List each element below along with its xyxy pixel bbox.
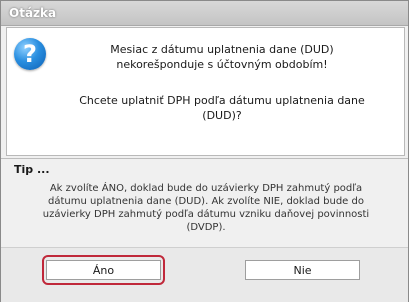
message-text: Mesiac z dátumu uplatnenia dane (DUD) ne… (110, 43, 334, 71)
tip-label: Tip ... (14, 163, 50, 176)
title-bar: Otázka (1, 1, 408, 26)
window-title: Otázka (9, 6, 57, 20)
yes-button[interactable]: Áno (46, 260, 161, 280)
question-dialog: Otázka ? Mesiac z dátumu uplatnenia dane… (0, 0, 409, 302)
question-icon: ? (14, 38, 46, 70)
no-button[interactable]: Nie (245, 260, 360, 280)
message-panel: ? Mesiac z dátumu uplatnenia dane (DUD) … (6, 27, 405, 156)
tip-text: Ak zvolíte ÁNO, doklad bude do uzávierky… (42, 183, 370, 233)
question-text: Chcete uplatniť DPH podľa dátumu uplatne… (79, 94, 365, 122)
divider (1, 158, 408, 159)
